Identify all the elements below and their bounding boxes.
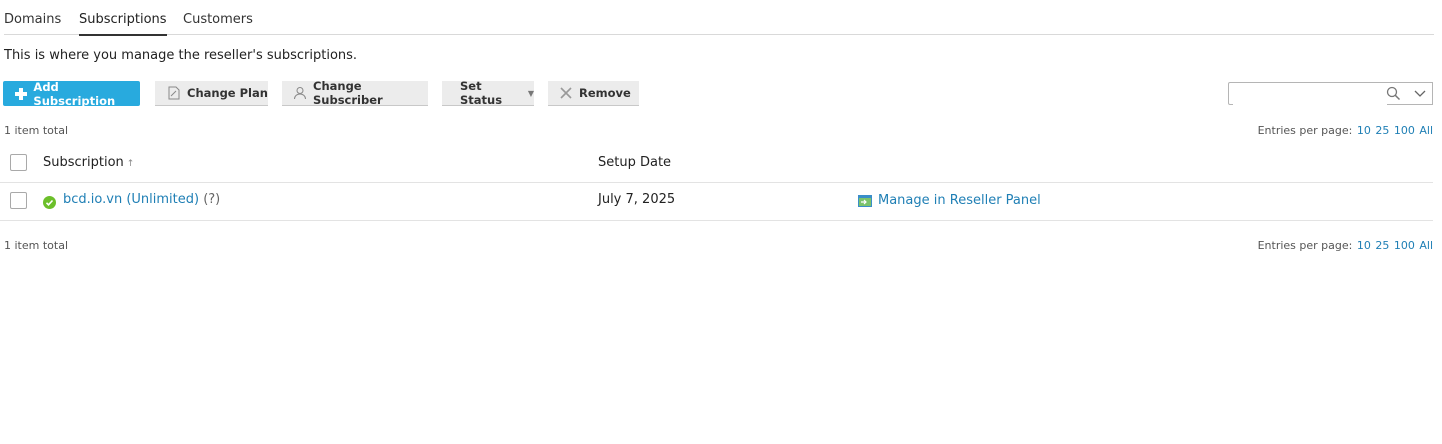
- change-plan-label: Change Plan: [187, 86, 268, 100]
- entries-per-page-top: Entries per page: 10 25 100 All: [1258, 124, 1433, 137]
- add-subscription-label: Add Subscription: [33, 79, 116, 108]
- chevron-down-icon: [1414, 90, 1425, 97]
- setup-date-cell: July 7, 2025: [598, 192, 676, 207]
- row-checkbox[interactable]: [10, 192, 27, 209]
- header-divider: [0, 182, 1433, 183]
- entries-10-link[interactable]: 10: [1357, 124, 1371, 137]
- manage-reseller-panel-link[interactable]: Manage in Reseller Panel: [878, 193, 1041, 208]
- tab-domains[interactable]: Domains: [4, 12, 61, 34]
- page-description: This is where you manage the reseller's …: [4, 48, 358, 63]
- help-link[interactable]: (?): [203, 192, 220, 207]
- remove-button[interactable]: Remove: [548, 81, 639, 106]
- entries-all-link[interactable]: All: [1419, 239, 1433, 252]
- table-row: bcd.io.vn (Unlimited) (?): [63, 192, 220, 207]
- sort-asc-icon: ↑: [126, 159, 135, 169]
- items-total-bottom: 1 item total: [4, 239, 68, 252]
- manage-reseller-panel-label: Manage in Reseller Panel: [878, 193, 1041, 208]
- entries-100-link[interactable]: 100: [1394, 239, 1415, 252]
- entries-per-page-label: Entries per page:: [1257, 239, 1353, 252]
- set-status-label: Set Status: [460, 79, 503, 107]
- subscription-link[interactable]: bcd.io.vn (Unlimited): [63, 192, 199, 207]
- change-subscriber-icon: [293, 86, 307, 100]
- entries-100-link[interactable]: 100: [1394, 124, 1415, 137]
- change-subscriber-button[interactable]: Change Subscriber: [282, 79, 428, 107]
- chevron-down-icon: ▼: [527, 88, 534, 98]
- search-input[interactable]: [1233, 84, 1387, 105]
- plus-icon: [14, 87, 28, 101]
- items-total-top: 1 item total: [4, 124, 68, 137]
- remove-label: Remove: [579, 86, 631, 100]
- column-header-subscription-label: Subscription: [43, 155, 124, 170]
- tab-bar: Domains Subscriptions Customers: [4, 0, 1434, 36]
- reseller-panel-icon: [858, 195, 872, 207]
- search-icon[interactable]: [1386, 86, 1401, 101]
- search-options-toggle[interactable]: [1407, 82, 1433, 105]
- add-subscription-button[interactable]: Add Subscription: [3, 79, 140, 108]
- set-status-button[interactable]: Set Status ▼: [442, 79, 534, 107]
- tab-customers[interactable]: Customers: [183, 12, 253, 34]
- entries-25-link[interactable]: 25: [1375, 239, 1389, 252]
- column-header-setup-date[interactable]: Setup Date: [598, 155, 671, 170]
- entries-per-page-bottom: Entries per page: 10 25 100 All: [1258, 239, 1433, 252]
- row-divider: [0, 220, 1433, 221]
- status-ok-icon: [43, 196, 56, 209]
- change-plan-icon: [167, 86, 181, 100]
- search-box: [1228, 82, 1408, 105]
- change-plan-button[interactable]: Change Plan: [155, 81, 268, 106]
- entries-25-link[interactable]: 25: [1375, 124, 1389, 137]
- remove-icon: [559, 86, 573, 100]
- subscriptions-page: Domains Subscriptions Customers This is …: [0, 0, 1442, 444]
- tab-subscriptions[interactable]: Subscriptions: [79, 12, 167, 36]
- select-all-checkbox[interactable]: [10, 154, 27, 171]
- entries-10-link[interactable]: 10: [1357, 239, 1371, 252]
- entries-per-page-label: Entries per page:: [1257, 124, 1353, 137]
- column-header-subscription[interactable]: Subscription ↑: [43, 155, 134, 170]
- entries-all-link[interactable]: All: [1419, 124, 1433, 137]
- change-subscriber-label: Change Subscriber: [313, 79, 383, 107]
